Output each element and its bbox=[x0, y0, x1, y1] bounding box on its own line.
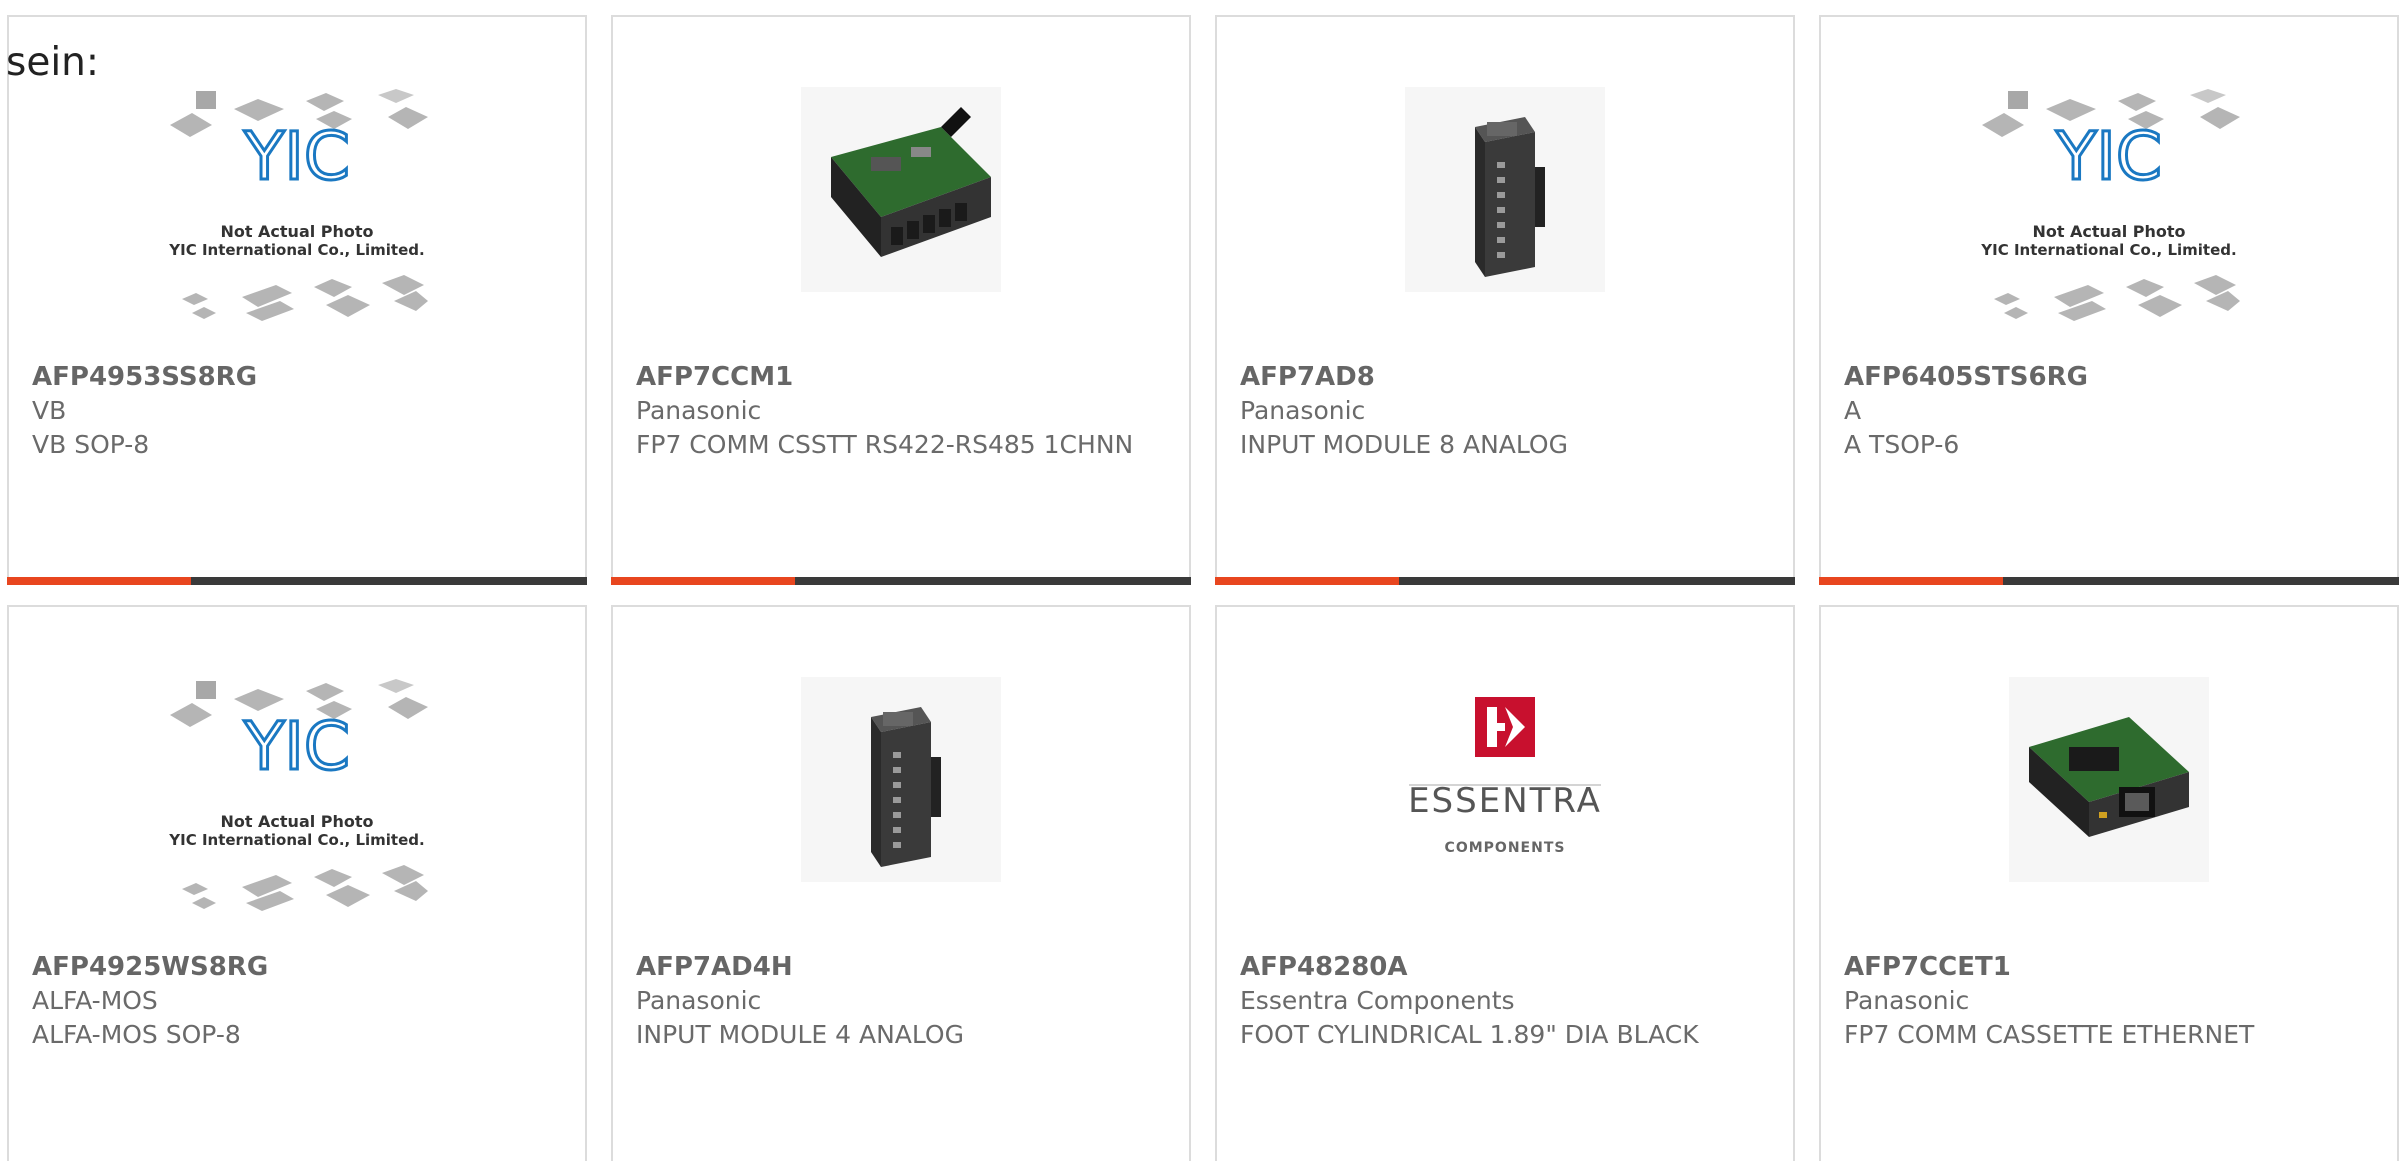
product-grid-page: sein: YIC Not Actual Photo YIC Internati… bbox=[0, 0, 2400, 1161]
intro-text: sein: bbox=[6, 40, 100, 85]
part-number[interactable]: AFP4953SS8RG bbox=[32, 360, 567, 394]
product-grid: YIC Not Actual Photo YIC International C… bbox=[7, 15, 2400, 1161]
card-bottom-bar bbox=[1819, 577, 2399, 585]
product-info: AFP48280A Essentra Components FOOT CYLIN… bbox=[1240, 950, 1775, 1052]
product-card[interactable]: ESSENTRA COMPONENTS AFP48280A Essentra C… bbox=[1215, 605, 1795, 1161]
product-card[interactable]: YIC Not Actual Photo YIC International C… bbox=[7, 605, 587, 1161]
description: A TSOP-6 bbox=[1844, 430, 1960, 459]
placeholder-caption-line2: YIC International Co., Limited. bbox=[168, 831, 424, 849]
product-image-input-module[interactable] bbox=[1405, 87, 1605, 292]
product-card[interactable]: YIC Not Actual Photo YIC International C… bbox=[7, 15, 587, 585]
description: ALFA-MOS SOP-8 bbox=[32, 1020, 241, 1049]
manufacturer: Panasonic bbox=[636, 986, 762, 1015]
yic-logo: YIC bbox=[2055, 118, 2162, 195]
part-number[interactable]: AFP7AD8 bbox=[1240, 360, 1775, 394]
description: FP7 COMM CSSTT RS422-RS485 1CHNN bbox=[636, 430, 1134, 459]
product-image-essentra-logo[interactable]: ESSENTRA COMPONENTS bbox=[1405, 677, 1605, 882]
card-bottom-bar bbox=[1215, 577, 1795, 585]
product-card[interactable]: AFP7AD8 Panasonic INPUT MODULE 8 ANALOG bbox=[1215, 15, 1795, 585]
part-number[interactable]: AFP48280A bbox=[1240, 950, 1775, 984]
product-card[interactable]: AFP7CCET1 Panasonic FP7 COMM CASSETTE ET… bbox=[1819, 605, 2399, 1161]
part-number[interactable]: AFP7CCM1 bbox=[636, 360, 1171, 394]
manufacturer: A bbox=[1844, 396, 1862, 425]
product-image-placeholder[interactable]: YIC Not Actual Photo YIC International C… bbox=[1978, 87, 2240, 325]
essentra-logo-name: ESSENTRA bbox=[1408, 781, 1602, 821]
manufacturer: VB bbox=[32, 396, 67, 425]
description: INPUT MODULE 8 ANALOG bbox=[1240, 430, 1568, 459]
part-number[interactable]: AFP7CCET1 bbox=[1844, 950, 2379, 984]
description: INPUT MODULE 4 ANALOG bbox=[636, 1020, 964, 1049]
manufacturer: Panasonic bbox=[636, 396, 762, 425]
description: FOOT CYLINDRICAL 1.89" DIA BLACK bbox=[1240, 1020, 1699, 1049]
placeholder-caption-line2: YIC International Co., Limited. bbox=[168, 241, 424, 259]
manufacturer: Panasonic bbox=[1844, 986, 1970, 1015]
placeholder-caption-line1: Not Actual Photo bbox=[2032, 222, 2185, 241]
manufacturer: Panasonic bbox=[1240, 396, 1366, 425]
product-info: AFP7CCM1 Panasonic FP7 COMM CSSTT RS422-… bbox=[636, 360, 1171, 462]
manufacturer: Essentra Components bbox=[1240, 986, 1515, 1015]
part-number[interactable]: AFP7AD4H bbox=[636, 950, 1171, 984]
card-bottom-bar bbox=[7, 577, 587, 585]
placeholder-caption-line2: YIC International Co., Limited. bbox=[1980, 241, 2236, 259]
product-card[interactable]: YIC Not Actual Photo YIC International C… bbox=[1819, 15, 2399, 585]
manufacturer: ALFA-MOS bbox=[32, 986, 158, 1015]
product-card[interactable]: AFP7CCM1 Panasonic FP7 COMM CSSTT RS422-… bbox=[611, 15, 1191, 585]
product-info: AFP4953SS8RG VB VB SOP-8 bbox=[32, 360, 567, 462]
product-image-placeholder[interactable]: YIC Not Actual Photo YIC International C… bbox=[166, 87, 428, 325]
essentra-logo-tagline: COMPONENTS bbox=[1445, 840, 1566, 856]
product-image-comm-cassette[interactable] bbox=[801, 87, 1001, 292]
product-image-input-module[interactable] bbox=[801, 677, 1001, 882]
part-number[interactable]: AFP4925WS8RG bbox=[32, 950, 567, 984]
product-card[interactable]: AFP7AD4H Panasonic INPUT MODULE 4 ANALOG bbox=[611, 605, 1191, 1161]
yic-logo: YIC bbox=[243, 118, 350, 195]
yic-logo: YIC bbox=[243, 708, 350, 785]
product-info: AFP4925WS8RG ALFA-MOS ALFA-MOS SOP-8 bbox=[32, 950, 567, 1052]
product-image-placeholder[interactable]: YIC Not Actual Photo YIC International C… bbox=[166, 677, 428, 915]
description: FP7 COMM CASSETTE ETHERNET bbox=[1844, 1020, 2255, 1049]
product-info: AFP7CCET1 Panasonic FP7 COMM CASSETTE ET… bbox=[1844, 950, 2379, 1052]
product-info: AFP6405STS6RG A A TSOP-6 bbox=[1844, 360, 2379, 462]
placeholder-caption-line1: Not Actual Photo bbox=[220, 812, 373, 831]
product-image-ethernet-cassette[interactable] bbox=[2009, 677, 2209, 882]
description: VB SOP-8 bbox=[32, 430, 150, 459]
placeholder-caption-line1: Not Actual Photo bbox=[220, 222, 373, 241]
product-info: AFP7AD4H Panasonic INPUT MODULE 4 ANALOG bbox=[636, 950, 1171, 1052]
product-info: AFP7AD8 Panasonic INPUT MODULE 8 ANALOG bbox=[1240, 360, 1775, 462]
card-bottom-bar bbox=[611, 577, 1191, 585]
part-number[interactable]: AFP6405STS6RG bbox=[1844, 360, 2379, 394]
